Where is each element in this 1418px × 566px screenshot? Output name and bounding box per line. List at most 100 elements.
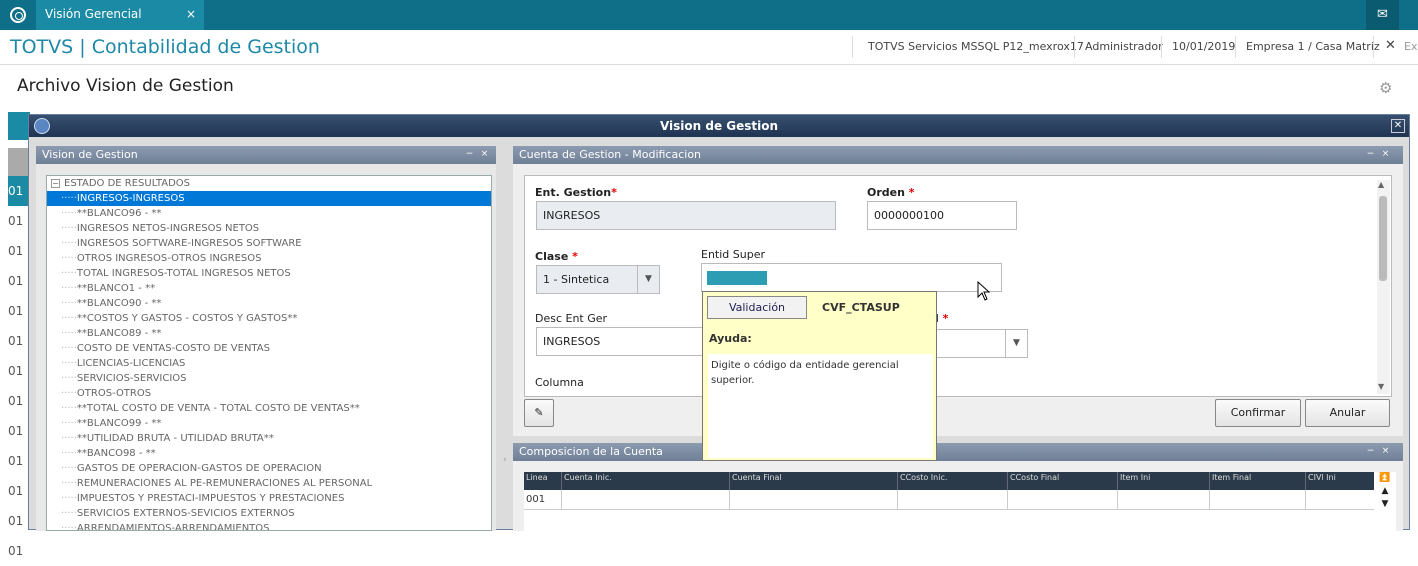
close-icon[interactable]: ×: [479, 149, 490, 160]
close-icon[interactable]: ×: [1380, 446, 1391, 457]
collapse-icon[interactable]: −: [51, 179, 60, 188]
minimize-icon[interactable]: −: [1365, 446, 1376, 457]
grid-cell[interactable]: 001: [524, 490, 562, 510]
prev-row-icon[interactable]: ▲: [1374, 485, 1396, 498]
gear-icon[interactable]: ⚙: [1379, 79, 1392, 97]
tree-item[interactable]: ·····INGRESOS NETOS-INGRESOS NETOS: [47, 221, 491, 236]
tree-item[interactable]: ·····**BLANCO90 - **: [47, 296, 491, 311]
tree-item[interactable]: ·····**TOTAL COSTO DE VENTA - TOTAL COST…: [47, 401, 491, 416]
tree-item[interactable]: ·····REMUNERACIONES AL PE-REMUNERACIONES…: [47, 476, 491, 491]
bg-table-row[interactable]: 01: [8, 386, 30, 416]
tree-item[interactable]: ·····GASTOS DE OPERACION-GASTOS DE OPERA…: [47, 461, 491, 476]
partial-select[interactable]: ▼: [935, 329, 1028, 358]
next-row-icon[interactable]: ▼: [1374, 498, 1396, 511]
bg-table-row[interactable]: 01: [8, 536, 30, 566]
grid-cell[interactable]: [898, 490, 1008, 510]
tree-connector: ·····: [61, 298, 77, 309]
tree-root[interactable]: − ESTADO DE RESULTADOS: [47, 176, 491, 191]
bg-table-row[interactable]: 01: [8, 416, 30, 446]
grid-cell[interactable]: [1306, 490, 1376, 510]
entid-super-field[interactable]: [701, 263, 1002, 292]
tree-connector: ·····: [61, 388, 77, 399]
tree-item[interactable]: ·····IMPUESTOS Y PRESTACI-IMPUESTOS Y PR…: [47, 491, 491, 506]
grid-column-header[interactable]: CCosto Inic.: [898, 472, 1008, 490]
close-icon[interactable]: ×: [1380, 149, 1391, 160]
orden-field[interactable]: 0000000100: [867, 201, 1017, 230]
tree-item[interactable]: ·····TOTAL INGRESOS-TOTAL INGRESOS NETOS: [47, 266, 491, 281]
tree-item[interactable]: ·····OTROS-OTROS: [47, 386, 491, 401]
dialog-close-button[interactable]: ✕: [1391, 119, 1405, 133]
grid-column-header[interactable]: CCosto Final: [1008, 472, 1118, 490]
tree-item[interactable]: ·····**BANCO98 - **: [47, 446, 491, 461]
date-info[interactable]: 10/01/2019: [1172, 40, 1235, 53]
desc-field[interactable]: INGRESOS: [536, 327, 706, 356]
tree-item[interactable]: ·····**BLANCO96 - **: [47, 206, 491, 221]
scroll-down-icon[interactable]: ▼: [1378, 382, 1384, 391]
splitter-arrow-icon[interactable]: ‹: [503, 455, 507, 465]
bg-table-row[interactable]: 01: [8, 506, 30, 536]
grid-column-header[interactable]: Item Final: [1210, 472, 1306, 490]
tree-item[interactable]: ·····INGRESOS SOFTWARE-INGRESOS SOFTWARE: [47, 236, 491, 251]
tab-close-icon[interactable]: ×: [186, 0, 196, 28]
totvs-logo-icon[interactable]: [10, 7, 26, 23]
bg-table-row[interactable]: 01: [8, 326, 30, 356]
bg-table-row[interactable]: 01: [8, 236, 30, 266]
bg-table-row[interactable]: 01: [8, 206, 30, 236]
scroll-thumb[interactable]: [1379, 196, 1387, 281]
tree-item[interactable]: ·····SERVICIOS EXTERNOS-SEVICIOS EXTERNO…: [47, 506, 491, 521]
edit-icon[interactable]: ✎: [524, 399, 554, 427]
chevron-down-icon[interactable]: ▼: [1005, 330, 1027, 357]
grid-column-header[interactable]: Cuenta Inic.: [562, 472, 730, 490]
tree-item[interactable]: ·····INGRESOS-INGRESOS: [47, 191, 491, 206]
company-info[interactable]: Empresa 1 / Casa Matriz: [1246, 40, 1380, 53]
bg-table-row[interactable]: 01: [8, 176, 30, 206]
tree-item[interactable]: ·····COSTO DE VENTAS-COSTO DE VENTAS: [47, 341, 491, 356]
grid-column-header[interactable]: Item Ini: [1118, 472, 1210, 490]
cancel-button[interactable]: Anular: [1305, 399, 1390, 427]
tree-item[interactable]: ·····OTROS INGRESOS-OTROS INGRESOS: [47, 251, 491, 266]
chevron-down-icon[interactable]: ▼: [637, 266, 659, 293]
server-info[interactable]: TOTVS Servicios MSSQL P12_mexrox17: [868, 40, 1084, 53]
tree-item[interactable]: ·····SERVICIOS-SERVICIOS: [47, 371, 491, 386]
tree-item[interactable]: ·····**BLANCO1 - **: [47, 281, 491, 296]
account-tree[interactable]: − ESTADO DE RESULTADOS ·····INGRESOS-INGR…: [46, 175, 492, 531]
tab-vision-gerencial[interactable]: Visión Gerencial [02.9.0034] ×: [36, 0, 204, 49]
bg-tab-button[interactable]: [8, 112, 30, 140]
composition-grid[interactable]: Linea 001 Cuenta Inic. Cuenta Final CCosto I…: [524, 472, 1386, 532]
grid-cell[interactable]: [562, 490, 730, 510]
tree-connector: ·····: [61, 328, 77, 339]
grid-cell[interactable]: [1118, 490, 1210, 510]
bg-table-row[interactable]: 01: [8, 296, 30, 326]
grid-cell[interactable]: [730, 490, 898, 510]
tree-connector: ·····: [61, 313, 77, 324]
minimize-icon[interactable]: −: [464, 149, 475, 160]
grid-column-header[interactable]: Linea: [524, 472, 562, 490]
grid-cell[interactable]: [1008, 490, 1118, 510]
clase-select[interactable]: 1 - Sintetica ▼: [536, 265, 660, 294]
bg-table-row[interactable]: 01: [8, 266, 30, 296]
minimize-icon[interactable]: −: [1365, 149, 1376, 160]
right-panel-title: Cuenta de Gestion - Modificacion: [519, 148, 702, 161]
grid-cell[interactable]: [1210, 490, 1306, 510]
validation-button[interactable]: Validación: [707, 296, 807, 319]
bg-table-row[interactable]: 01: [8, 356, 30, 386]
tree-item[interactable]: ·····**BLANCO99 - **: [47, 416, 491, 431]
exit-label[interactable]: Ex: [1404, 40, 1417, 53]
tree-item[interactable]: ·····**UTILIDAD BRUTA - UTILIDAD BRUTA**: [47, 431, 491, 446]
bg-table-row[interactable]: 01: [8, 476, 30, 506]
user-info[interactable]: Administrador: [1085, 40, 1163, 53]
first-row-icon[interactable]: ⏫: [1374, 472, 1396, 485]
bottom-panel-title: Composicion de la Cuenta: [519, 445, 663, 458]
envelope-icon[interactable]: ✉: [1366, 0, 1399, 30]
grid-column-header[interactable]: Cuenta Final: [730, 472, 898, 490]
bg-table-row[interactable]: 01: [8, 446, 30, 476]
scrollbar[interactable]: ▲ ▼: [1377, 180, 1390, 394]
tree-item[interactable]: ·····**BLANCO89 - **: [47, 326, 491, 341]
tree-item[interactable]: ·····**COSTOS Y GASTOS - COSTOS Y GASTOS…: [47, 311, 491, 326]
grid-column-header[interactable]: CIVl Ini: [1306, 472, 1376, 490]
confirm-button[interactable]: Confirmar: [1215, 399, 1301, 427]
close-icon[interactable]: ✕: [1385, 38, 1396, 53]
scroll-up-icon[interactable]: ▲: [1378, 180, 1384, 189]
ent-gestion-field[interactable]: INGRESOS: [536, 201, 836, 230]
tree-item[interactable]: ·····LICENCIAS-LICENCIAS: [47, 356, 491, 371]
